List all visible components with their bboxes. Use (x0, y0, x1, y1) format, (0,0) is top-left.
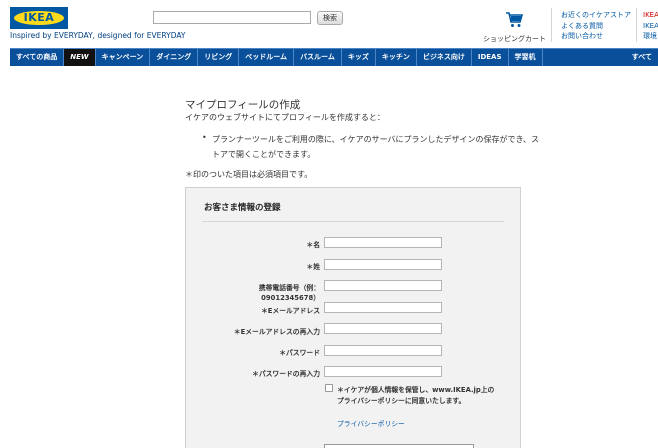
nav-item-dining[interactable]: ダイニング (150, 49, 199, 66)
password-input[interactable] (324, 345, 442, 356)
nav-item-study-desk[interactable]: 学習机 (509, 49, 543, 66)
nav-item-all[interactable]: すべて (626, 49, 658, 66)
page-title: マイプロフィールの作成 (185, 99, 301, 111)
nav-item-all-products[interactable]: すべての商品 (10, 49, 65, 66)
tagline: Inspired by EVERYDAY, designed for EVERY… (10, 31, 186, 40)
last-name-label: ＊姓 (306, 263, 320, 271)
nav-item-kids[interactable]: キッズ (342, 49, 376, 66)
search-button[interactable]: 検索 (317, 11, 343, 25)
registration-panel: お客さま情報の登録 ＊名 ＊姓 携帯電話番号（例： 09012345678） ＊… (185, 187, 521, 448)
search-input[interactable] (153, 11, 311, 24)
nav-item-living[interactable]: リビング (198, 49, 240, 66)
cart-label[interactable]: ショッピングカート (483, 34, 546, 44)
header-links-right: IKEA IKEA 環境 (643, 10, 658, 42)
last-name-input[interactable] (324, 259, 442, 270)
header-links: お近くのイケアストア よくある質問 お問い合わせ (561, 10, 631, 42)
header-link-right[interactable]: IKEA (643, 10, 658, 21)
password-confirm-label: ＊パスワードの再入力 (252, 370, 320, 378)
email-input[interactable] (324, 302, 442, 313)
password-confirm-input[interactable] (324, 366, 442, 377)
contact-link[interactable]: お問い合わせ (561, 31, 631, 42)
shopping-cart-icon[interactable] (505, 11, 523, 29)
bullet-dot-icon: • (202, 133, 207, 142)
phone-label-line1: 携帯電話番号（例： (258, 284, 320, 292)
header-link-right[interactable]: 環境 (643, 31, 658, 42)
nav-item-bedroom[interactable]: ベッドルーム (239, 49, 295, 66)
logo-text: IKEA (23, 11, 55, 24)
nav-item-business[interactable]: ビジネス向け (417, 49, 472, 66)
faq-link[interactable]: よくある質問 (561, 21, 631, 32)
panel-divider (202, 221, 504, 222)
store-locator-link[interactable]: お近くのイケアストア (561, 10, 631, 21)
header-link-right[interactable]: IKEA (643, 21, 658, 32)
phone-input[interactable] (324, 280, 442, 291)
ikea-logo[interactable]: IKEA (10, 7, 68, 29)
nav-item-campaign[interactable]: キャンペーン (96, 49, 151, 66)
nav-item-bathroom[interactable]: バスルーム (294, 49, 342, 66)
header-divider (636, 8, 637, 42)
privacy-consent-text: ＊イケアが個人情報を保管し、www.IKEA.jp上のプライバシーポリシーに同意… (337, 386, 495, 405)
email-confirm-input[interactable] (324, 323, 442, 334)
nav-item-new[interactable]: NEW (64, 49, 96, 66)
main-nav: すべての商品 NEW キャンペーン ダイニング リビング ベッドルーム バスルー… (10, 48, 658, 66)
email-label: ＊Eメールアドレス (260, 307, 320, 315)
password-label: ＊パスワード (279, 349, 320, 357)
nav-item-ideas[interactable]: IDEAS (472, 49, 509, 66)
panel-title: お客さま情報の登録 (204, 203, 281, 213)
required-note: ＊印のついた項目は必須項目です。 (185, 170, 313, 179)
nav-item-kitchen[interactable]: キッチン (376, 49, 417, 66)
first-name-label: ＊名 (306, 241, 320, 249)
submit-button[interactable] (324, 444, 474, 448)
bullet-text: プランナーツールをご利用の際に、イケアのサーバにプランしたデザインの保存ができ、… (212, 135, 539, 159)
privacy-policy-link[interactable]: プライバシーポリシー (337, 418, 405, 428)
header-divider (551, 8, 552, 42)
intro-text: イケアのウェブサイトにてプロフィールを作成すると： (185, 113, 385, 122)
privacy-consent-checkbox[interactable] (325, 384, 333, 392)
email-confirm-label: ＊Eメールアドレスの再入力 (233, 328, 320, 336)
first-name-input[interactable] (324, 237, 442, 248)
phone-label-line2: 09012345678） (261, 294, 320, 302)
